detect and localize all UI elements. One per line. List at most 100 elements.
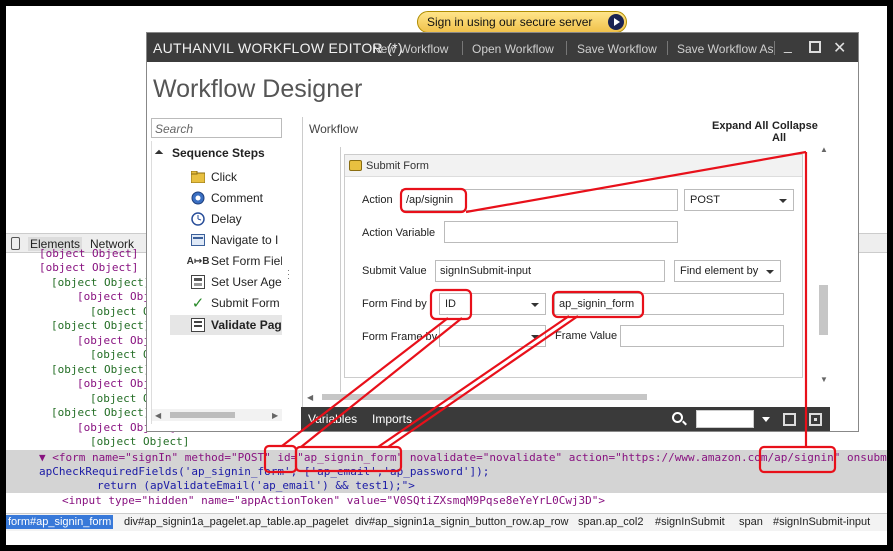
menu-new-workflow[interactable]: New Workflow	[372, 42, 448, 56]
steps-horizontal-scrollbar[interactable]: ◀ ▶	[152, 409, 282, 421]
submit-value-label: Submit Value	[362, 265, 427, 277]
fit-to-screen-icon[interactable]	[783, 413, 796, 426]
folder-icon	[190, 169, 206, 185]
menu-save-workflow[interactable]: Save Workflow	[577, 42, 657, 56]
validate-page-icon	[190, 317, 206, 333]
scroll-up-icon[interactable]: ▲	[820, 145, 828, 154]
step-validate-page[interactable]: Validate Pag	[170, 315, 282, 335]
user-agent-icon	[190, 274, 206, 290]
secure-signin-button[interactable]: Sign in using our secure server	[417, 11, 627, 33]
method-select[interactable]: POST	[684, 189, 794, 211]
menu-separator	[774, 41, 775, 55]
step-navigate[interactable]: Navigate to I	[190, 232, 278, 248]
actual-size-icon[interactable]	[809, 413, 822, 426]
step-delay[interactable]: Delay	[190, 211, 242, 227]
collapse-all-link[interactable]: Collapse All	[772, 120, 832, 144]
breadcrumb-item[interactable]: #signInSubmit-input	[773, 516, 870, 528]
secure-signin-label: Sign in using our secure server	[427, 15, 593, 29]
editor-title: AUTHANVIL WORKFLOW EDITOR (*)	[153, 40, 403, 56]
zoom-search-input[interactable]	[696, 410, 754, 428]
step-click[interactable]: Click	[190, 169, 237, 185]
dom-line[interactable]: [object Object]	[51, 276, 150, 291]
chevron-down-icon	[531, 303, 539, 307]
chevron-down-icon	[766, 270, 774, 274]
submit-form-activity[interactable]: Submit Form Action /ap/signin POST Actio…	[344, 154, 803, 378]
comment-gear-icon	[190, 190, 206, 206]
scroll-down-icon[interactable]: ▼	[820, 375, 828, 384]
editor-titlebar: AUTHANVIL WORKFLOW EDITOR (*) New Workfl…	[147, 33, 858, 62]
step-comment[interactable]: Comment	[190, 190, 263, 206]
dom-line[interactable]: [object Object]	[51, 363, 150, 378]
frame-value-input[interactable]	[620, 325, 784, 347]
dom-line[interactable]: [object Object]	[39, 247, 138, 262]
scroll-left-icon[interactable]: ◀	[155, 411, 161, 420]
form-element-line[interactable]: ▼ <form name="signIn" method="POST" id="…	[39, 451, 887, 466]
submit-value-input[interactable]: signInSubmit-input	[435, 260, 665, 282]
imports-tab[interactable]: Imports	[372, 412, 412, 426]
menu-open-workflow[interactable]: Open Workflow	[472, 42, 554, 56]
step-submit-form[interactable]: ✓ Submit Form	[190, 295, 280, 312]
form-frame-by-label: Form Frame by	[362, 331, 438, 343]
folder-icon	[349, 160, 362, 171]
breadcrumb-item[interactable]: span	[739, 516, 763, 528]
variables-tab[interactable]: Variables	[308, 412, 357, 426]
dom-line[interactable]: [object Object]	[51, 319, 150, 334]
checkmark-icon: ✓	[191, 295, 205, 312]
form-onsubmit-line[interactable]: apCheckRequiredFields('ap_signin_form', …	[39, 465, 489, 480]
scrollbar-thumb[interactable]	[819, 285, 828, 335]
page-title: Workflow Designer	[153, 75, 363, 103]
step-set-user-agent[interactable]: Set User Age	[190, 274, 282, 290]
action-label: Action	[362, 194, 393, 206]
form-frame-by-select[interactable]	[439, 325, 546, 347]
breadcrumb-item[interactable]: div#ap_signin1a_signin_button_row.ap_row	[355, 516, 568, 528]
form-id-input[interactable]: ap_signin_form	[554, 293, 784, 315]
menu-separator	[667, 41, 668, 55]
breadcrumb-item[interactable]: form#ap_signin_form	[6, 515, 114, 529]
form-find-by-label: Form Find by	[362, 298, 427, 310]
menu-separator	[462, 41, 463, 55]
action-input[interactable]: /ap/signin	[401, 189, 678, 211]
workflow-label: Workflow	[309, 122, 359, 136]
dom-line[interactable]: [object Object]	[90, 435, 189, 450]
clock-icon	[190, 211, 206, 227]
menu-separator	[566, 41, 567, 55]
editor-bottom-bar: Variables Imports	[301, 407, 830, 431]
close-icon[interactable]: ✕	[833, 38, 846, 58]
scrollbar-thumb[interactable]	[322, 394, 647, 400]
step-set-form-field[interactable]: A↦B Set Form Fiel	[186, 253, 282, 269]
minimize-icon[interactable]: _	[784, 37, 792, 53]
panel-splitter-grip[interactable]: · · ·	[287, 266, 290, 283]
breadcrumb-item[interactable]: #signInSubmit	[655, 516, 725, 528]
collapse-arrow-icon	[154, 149, 164, 159]
sequence-steps-header[interactable]: Sequence Steps	[154, 146, 265, 160]
frame-value-label: Frame Value	[555, 330, 618, 342]
chevron-down-icon	[779, 199, 787, 203]
chevron-down-icon[interactable]	[762, 417, 770, 422]
form-find-by-select[interactable]: ID	[439, 293, 546, 315]
dom-breadcrumb: form#ap_signin_form div#ap_signin1a_page…	[6, 513, 887, 531]
chevron-down-icon	[531, 335, 539, 339]
form-onsubmit-line[interactable]: return (apValidateEmail('ap_email') && t…	[97, 479, 415, 494]
workflow-horizontal-scrollbar[interactable]: ◀	[302, 390, 816, 404]
text-field-icon: A↦B	[186, 255, 210, 267]
action-variable-label: Action Variable	[362, 227, 436, 239]
scroll-right-icon[interactable]: ▶	[272, 411, 278, 420]
scroll-left-icon[interactable]: ◀	[307, 393, 313, 402]
step-search-input[interactable]: Search	[151, 118, 282, 138]
breadcrumb-item[interactable]: div#ap_signin1a_pagelet.ap_table.ap_page…	[124, 516, 348, 528]
device-mode-icon[interactable]	[11, 237, 20, 250]
maximize-icon[interactable]	[809, 41, 821, 53]
submit-form-header: Submit Form	[345, 155, 802, 177]
hidden-input-line[interactable]: <input type="hidden" name="appActionToke…	[62, 494, 605, 509]
search-icon[interactable]	[672, 412, 683, 423]
find-element-by-select[interactable]: Find element by	[674, 260, 781, 282]
menu-save-workflow-as[interactable]: Save Workflow As	[677, 42, 773, 56]
scrollbar-thumb[interactable]	[170, 412, 235, 418]
action-variable-input[interactable]	[444, 221, 678, 243]
breadcrumb-item[interactable]: span.ap_col2	[578, 516, 643, 528]
workflow-vertical-scrollbar[interactable]: ▲ ▼	[817, 143, 831, 387]
sequence-steps-panel: Sequence Steps Click Comment Delay Navig…	[151, 141, 282, 424]
expand-all-link[interactable]: Expand All	[712, 120, 768, 132]
dom-line[interactable]: [object Object]	[51, 406, 150, 421]
dom-line[interactable]: [object Object]	[39, 261, 138, 276]
